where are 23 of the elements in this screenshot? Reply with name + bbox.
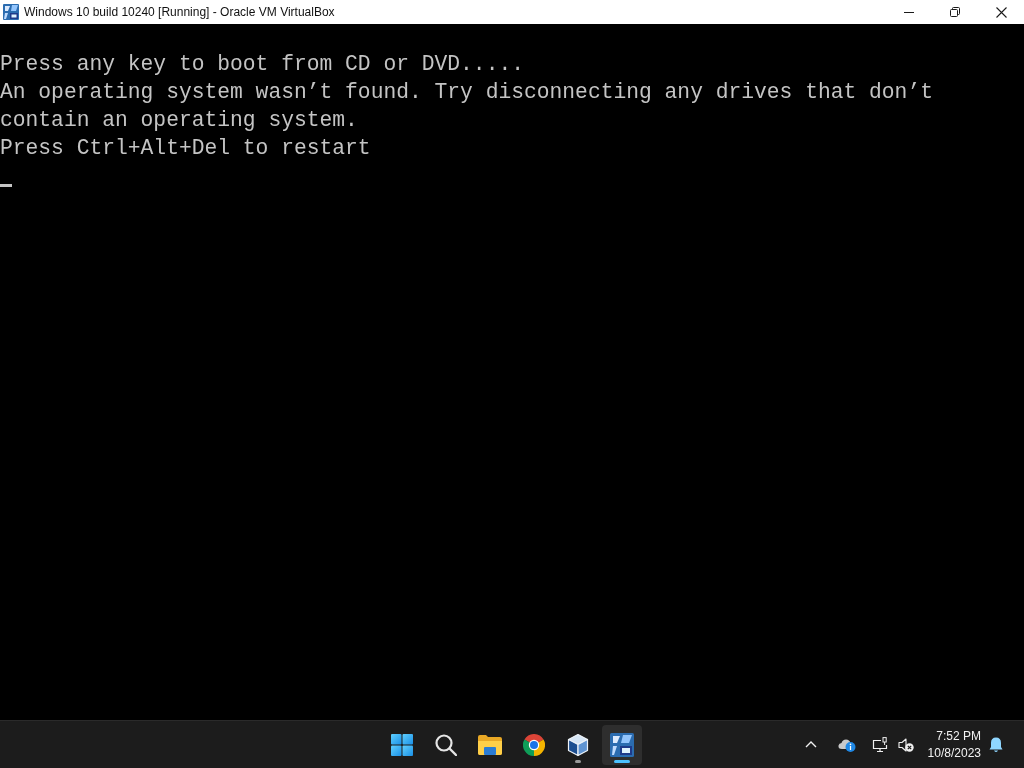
console-line: Press Ctrl+Alt+Del to restart: [0, 135, 371, 162]
speaker-muted-icon[interactable]: [897, 737, 914, 752]
restore-icon: [950, 7, 960, 17]
console-line: contain an operating system.: [0, 107, 358, 134]
chevron-up-icon[interactable]: [804, 741, 817, 748]
bell-icon[interactable]: [989, 736, 1003, 753]
text-cursor-icon: [0, 184, 12, 187]
clock-button[interactable]: 7:52 PM 10/8/2023: [927, 727, 981, 762]
minimize-icon: [904, 11, 914, 13]
cube-icon: [567, 733, 589, 757]
window-tile-icon: [610, 733, 634, 757]
search-icon: [435, 734, 457, 756]
window-tile-icon: [3, 4, 19, 20]
cloud-icon[interactable]: [837, 737, 856, 752]
folder-icon: [478, 735, 502, 755]
tricolor-circle-icon: [523, 734, 545, 756]
monitor-icon[interactable]: [871, 736, 888, 753]
four-squares-icon: [391, 734, 413, 756]
console-line: Press any key to boot from CD or DVD.....: [0, 51, 524, 78]
window-title: Windows 10 build 10240 [Running] - Oracle VM VirtualBox: [24, 4, 335, 20]
console-line: An operating system wasn’t found. Try disconnecting any drives that don’t: [0, 79, 933, 106]
taskbar-app-button[interactable]: [602, 725, 642, 765]
close-icon: [995, 6, 1007, 18]
